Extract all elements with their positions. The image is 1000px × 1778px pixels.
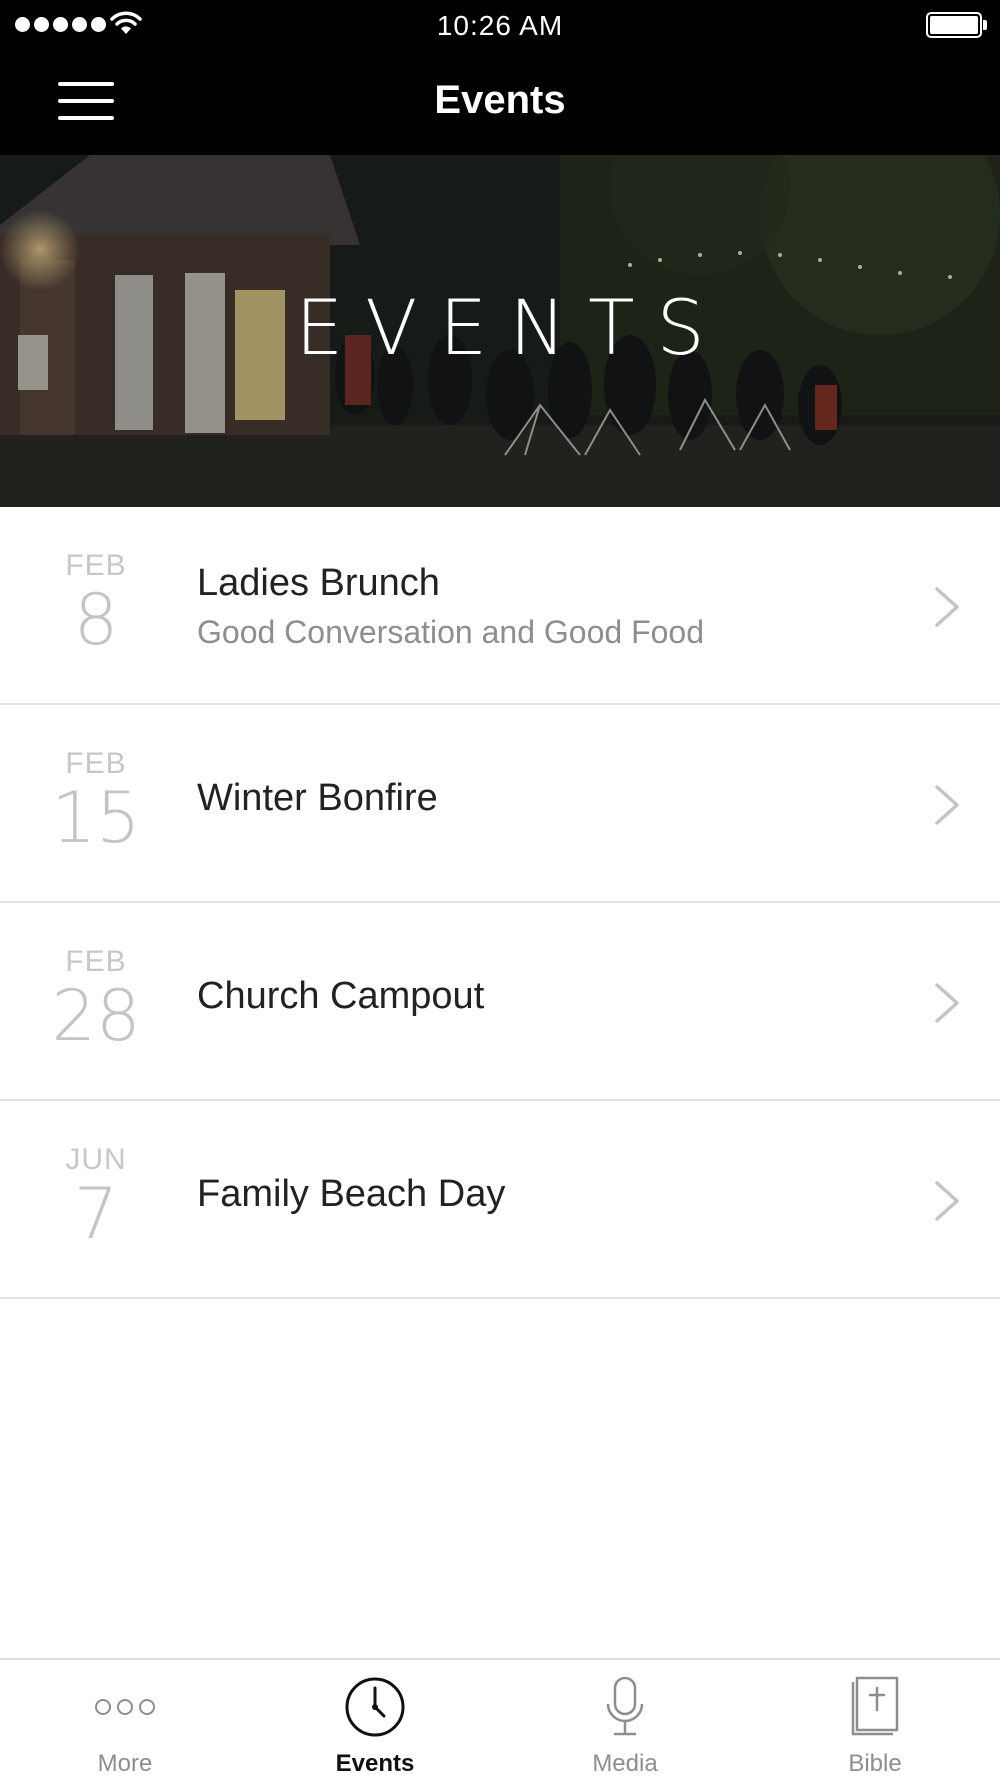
status-time: 10:26 AM [436,10,564,41]
event-month: FEB [65,747,127,780]
event-row[interactable]: FEB 8 Ladies Brunch Good Conversation an… [0,507,1000,705]
event-month: FEB [65,945,127,978]
tab-bible[interactable]: Bible [750,1660,1000,1778]
bible-icon [750,1674,1000,1740]
event-day: 15 [51,777,141,859]
event-day: 7 [73,1173,119,1255]
banner-title: EVENTS [295,283,727,372]
event-day: 8 [73,579,119,661]
more-icon [0,1674,250,1740]
tab-label: More [97,1750,153,1777]
event-date: JUN 7 [36,1143,156,1251]
battery-tip [983,20,987,30]
tab-label: Bible [848,1750,902,1777]
event-title: Church Campout [197,975,485,1017]
event-subtitle: Good Conversation and Good Food [197,614,704,650]
events-banner: EVENTS [0,155,1000,507]
tab-events[interactable]: Events [250,1660,500,1778]
event-row[interactable]: FEB 28 Church Campout [0,903,1000,1101]
battery-icon [926,12,982,38]
tab-media[interactable]: Media [500,1660,750,1778]
event-row[interactable]: JUN 7 Family Beach Day [0,1101,1000,1299]
chevron-right-icon [935,1181,959,1221]
tab-bar: More Events Media Bible [0,1658,1000,1778]
event-month: JUN [65,1143,127,1176]
navigation-bar: Events [0,52,1000,155]
event-date: FEB 15 [36,747,156,855]
page-title: Events [434,78,566,122]
event-row[interactable]: FEB 15 Winter Bonfire [0,705,1000,903]
event-month: FEB [65,549,127,582]
event-title: Winter Bonfire [197,777,438,819]
event-title: Ladies Brunch [197,562,440,604]
event-date: FEB 28 [36,945,156,1053]
events-list: FEB 8 Ladies Brunch Good Conversation an… [0,507,1000,1299]
microphone-icon [500,1674,750,1740]
chevron-right-icon [935,587,959,627]
tab-label: Events [335,1750,415,1777]
event-day: 28 [51,975,141,1057]
event-date: FEB 8 [36,549,156,657]
app-header: 10:26 AM Events [0,0,1000,155]
tab-more[interactable]: More [0,1660,250,1778]
chevron-right-icon [935,785,959,825]
status-bar: 10:26 AM [0,0,1000,50]
tab-label: Media [592,1750,658,1777]
clock-icon [250,1674,500,1740]
chevron-right-icon [935,983,959,1023]
event-title: Family Beach Day [197,1173,506,1215]
